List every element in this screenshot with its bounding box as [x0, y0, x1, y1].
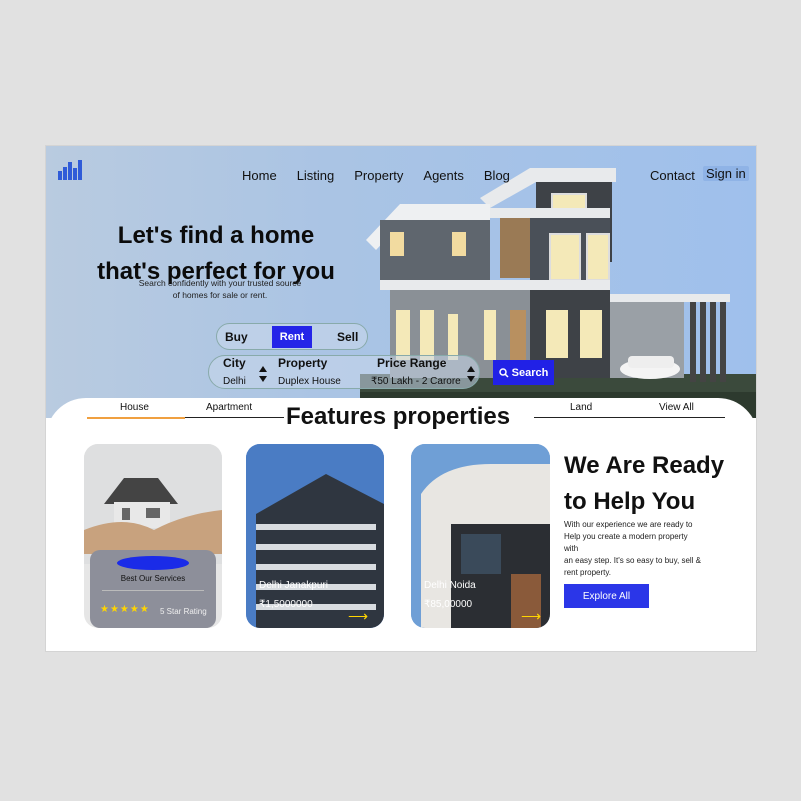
category-land[interactable]: Land — [570, 402, 592, 413]
help-text-line: an easy step. It's so easy to buy, sell … — [564, 556, 702, 565]
help-description: With our experience we are ready to Help… — [564, 519, 724, 579]
property-card-janakpuri[interactable]: Delhi Janakpuri ₹1,5000000 ⟶ — [246, 444, 384, 628]
search-icon — [498, 367, 509, 378]
headline-line-1: Let's find a home — [117, 222, 315, 249]
search-button[interactable]: Search — [493, 360, 554, 385]
nav-contact[interactable]: Contact — [650, 168, 695, 183]
help-title-line-2: to Help You — [564, 488, 696, 515]
help-text-line: with — [564, 544, 579, 553]
services-badge — [117, 556, 189, 570]
page-frame: Home Listing Property Agents Blog Contac… — [45, 145, 757, 652]
help-title-line-1: We Are Ready — [564, 452, 725, 479]
city-label: City — [223, 356, 246, 370]
services-divider — [102, 590, 204, 591]
property-price: ₹85,00000 — [424, 599, 473, 610]
property-name: Delhi Janakpuri — [259, 580, 328, 591]
category-view-all[interactable]: View All — [659, 402, 694, 413]
nav-property[interactable]: Property — [354, 168, 403, 183]
category-divider — [185, 417, 284, 418]
category-divider — [534, 417, 725, 418]
property-select[interactable]: Duplex House — [278, 376, 341, 387]
star-rating-icon: ★★★★★ — [100, 604, 150, 615]
price-select[interactable]: ₹50 Lakh - 2 Carore — [371, 376, 461, 387]
services-card[interactable]: Best Our Services ★★★★★ 5 Star Rating — [84, 444, 222, 628]
deal-type-tabs: Buy Rent Sell — [216, 323, 368, 350]
logo-icon[interactable] — [58, 160, 84, 180]
tab-buy[interactable]: Buy — [225, 330, 248, 344]
nav-blog[interactable]: Blog — [484, 168, 510, 183]
price-sort-icon[interactable] — [467, 366, 475, 382]
property-label: Property — [278, 356, 328, 370]
signin-button[interactable]: Sign in — [703, 166, 749, 181]
subtitle-line-2: of homes for sale or rent. — [172, 290, 268, 300]
help-text-line: Help you create a modern property — [564, 532, 688, 541]
tab-rent[interactable]: Rent — [272, 326, 312, 348]
hand-house-image — [84, 444, 222, 564]
nav-home[interactable]: Home — [242, 168, 277, 183]
city-select[interactable]: Delhi — [223, 376, 246, 387]
hero-section: Home Listing Property Agents Blog Contac… — [46, 146, 756, 418]
arrow-right-icon[interactable]: ⟶ — [521, 608, 541, 625]
category-house[interactable]: House — [120, 402, 149, 413]
arrow-right-icon[interactable]: ⟶ — [348, 608, 368, 625]
services-panel: Best Our Services ★★★★★ 5 Star Rating — [90, 550, 216, 628]
explore-all-button[interactable]: Explore All — [564, 584, 649, 608]
rating-text: 5 Star Rating — [160, 607, 207, 616]
help-title: We Are Ready to Help You — [564, 448, 724, 520]
subtitle-line-1: Search confidently with your trusted sou… — [138, 278, 302, 288]
search-filter-bar: City Delhi Property Duplex House Price R… — [208, 355, 480, 389]
services-title: Best Our Services — [120, 574, 186, 583]
nav-agents[interactable]: Agents — [423, 168, 463, 183]
help-text-line: With our experience we are ready to — [564, 520, 693, 529]
price-label: Price Range — [377, 356, 447, 370]
property-price: ₹1,5000000 — [259, 599, 313, 610]
features-title: Features properties — [286, 403, 511, 430]
main-nav: Home Listing Property Agents Blog — [242, 168, 510, 183]
category-apartment[interactable]: Apartment — [206, 402, 252, 413]
tab-sell[interactable]: Sell — [337, 330, 358, 344]
category-active-underline — [87, 417, 185, 419]
property-card-noida[interactable]: Delhi Noida ₹85,00000 ⟶ — [411, 444, 550, 628]
city-sort-icon[interactable] — [259, 366, 267, 382]
nav-listing[interactable]: Listing — [297, 168, 335, 183]
hero-subtitle: Search confidently with your trusted sou… — [130, 277, 310, 301]
search-button-label: Search — [511, 366, 549, 379]
property-name: Delhi Noida — [424, 580, 476, 591]
help-text-line: rent property. — [564, 568, 611, 577]
